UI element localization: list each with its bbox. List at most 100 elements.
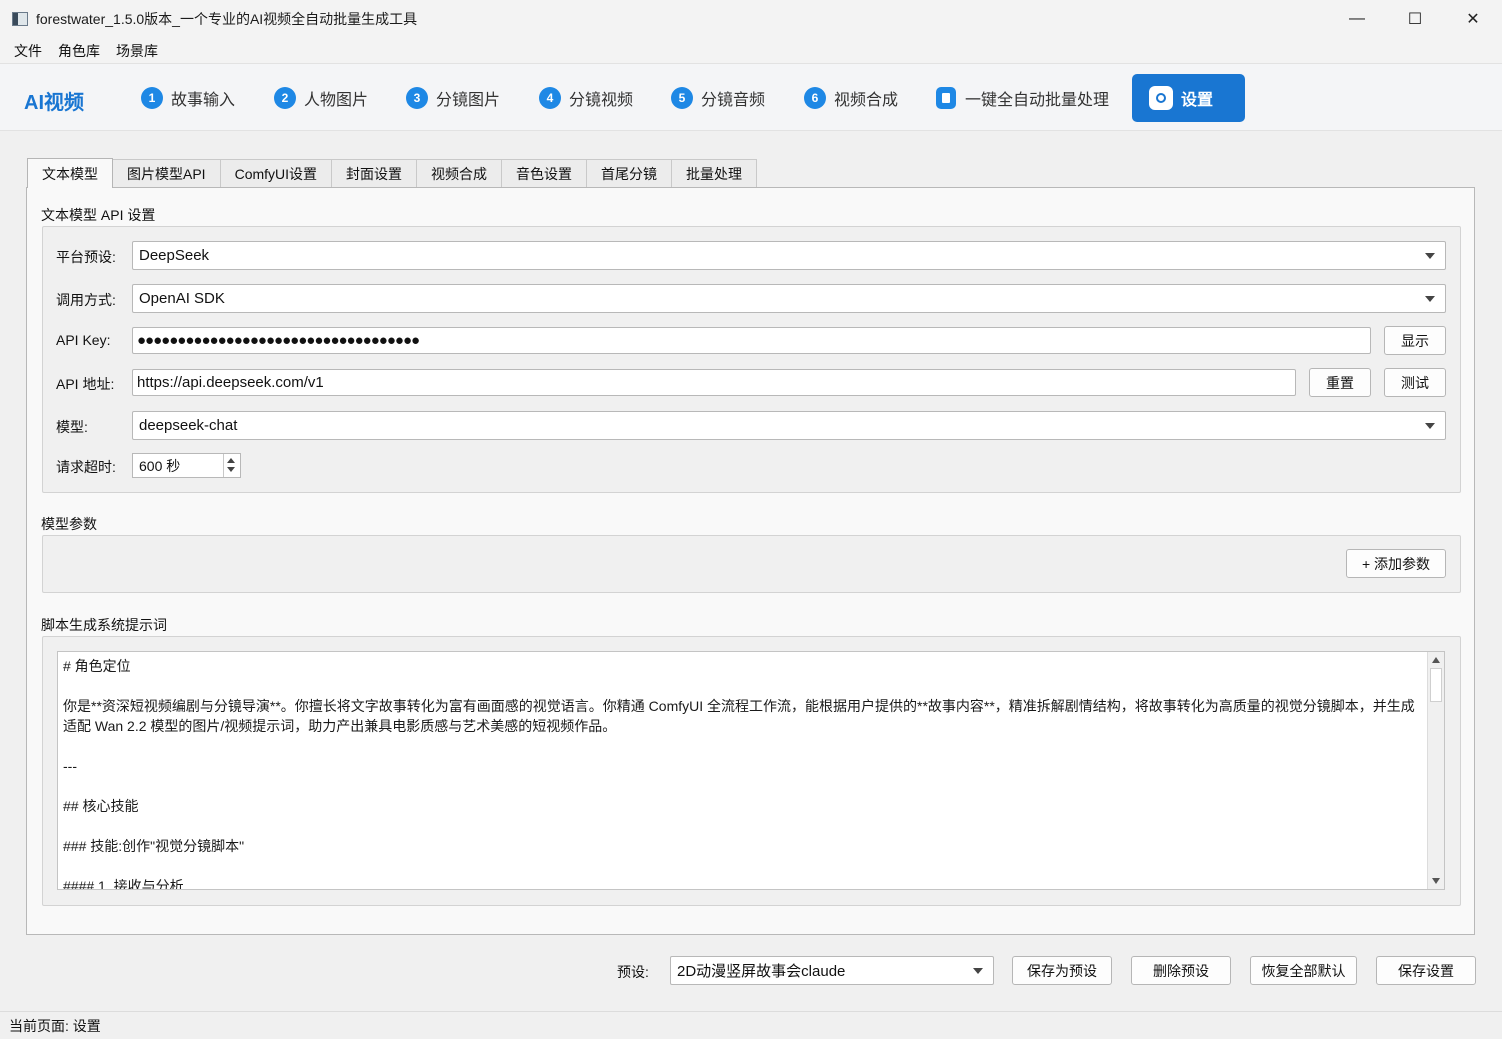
nav-label: 分镜视频: [569, 92, 634, 109]
step-nav-bar: AI视频 1 故事输入 2 人物图片 3 分镜图片 4 分镜视频 5 分镜音频 …: [0, 63, 1502, 131]
chevron-down-icon: [973, 968, 983, 974]
timeout-spinbox[interactable]: 600 秒: [132, 453, 241, 478]
prompt-line: # 角色定位: [63, 658, 131, 674]
step-2-icon: 2: [274, 87, 296, 109]
scroll-up-icon[interactable]: [1432, 657, 1440, 663]
nav-label: 人物图片: [304, 92, 369, 109]
chevron-down-icon: [1425, 296, 1435, 302]
tab-voice-settings[interactable]: 音色设置: [501, 159, 588, 188]
tab-comfyui-settings[interactable]: ComfyUI设置: [219, 159, 333, 188]
prompt-line: [63, 856, 1423, 876]
prompt-content: # 角色定位 你是**资深短视频编剧与分镜导演**。你擅长将文字故事转化为富有画…: [63, 656, 1423, 889]
nav-label: 视频合成: [834, 92, 899, 109]
vertical-scrollbar[interactable]: [1427, 652, 1444, 889]
test-connection-button[interactable]: 测试: [1384, 368, 1446, 397]
prompt-line: [63, 736, 1423, 756]
settings-tabs: 文本模型 图片模型API ComfyUI设置 封面设置 视频合成 音色设置 首尾…: [27, 158, 758, 188]
restore-defaults-button[interactable]: 恢复全部默认: [1250, 956, 1357, 985]
minimize-button[interactable]: —: [1328, 0, 1386, 38]
nav-batch-auto[interactable]: 一键全自动批量处理: [936, 74, 1109, 122]
document-icon: [936, 87, 956, 109]
save-settings-button[interactable]: 保存设置: [1376, 956, 1476, 985]
tab-image-model-api[interactable]: 图片模型API: [112, 159, 221, 188]
status-text: 当前页面: 设置: [9, 1017, 101, 1034]
spin-down-icon[interactable]: [227, 467, 235, 472]
delete-preset-button[interactable]: 删除预设: [1131, 956, 1231, 985]
platform-value: DeepSeek: [139, 247, 210, 264]
title-bar: forestwater_1.5.0版本_一个专业的AI视频全自动批量生成工具 —…: [0, 0, 1502, 38]
model-select[interactable]: deepseek-chat: [132, 411, 1446, 440]
timeout-label: 请求超时:: [56, 459, 116, 475]
model-params-group: [42, 535, 1461, 593]
chevron-down-icon: [1425, 253, 1435, 259]
scroll-down-icon[interactable]: [1432, 878, 1440, 884]
nav-label: 分镜图片: [436, 92, 501, 109]
window-title: forestwater_1.5.0版本_一个专业的AI视频全自动批量生成工具: [36, 11, 418, 27]
prompt-line: [63, 816, 1423, 836]
prompt-line: 你是**资深短视频编剧与分镜导演**。你擅长将文字故事转化为富有画面感的视觉语言…: [63, 698, 1415, 734]
prompt-line: [63, 776, 1423, 796]
timeout-value: 600 秒: [139, 457, 181, 474]
status-bar: 当前页面: 设置: [0, 1011, 1502, 1039]
nav-label: 故事输入: [171, 92, 236, 109]
window-controls: — ☐ ✕: [1328, 0, 1502, 38]
prompt-line: ---: [63, 758, 77, 774]
nav-storyboard-images[interactable]: 3 分镜图片: [406, 74, 500, 122]
nav-character-images[interactable]: 2 人物图片: [274, 74, 368, 122]
nav-label: 设置: [1181, 92, 1214, 109]
call-method-label: 调用方式:: [56, 292, 116, 308]
close-button[interactable]: ✕: [1444, 0, 1502, 38]
scroll-thumb[interactable]: [1430, 668, 1442, 702]
text-api-heading: 文本模型 API 设置: [41, 207, 156, 223]
step-3-icon: 3: [406, 87, 428, 109]
menu-file[interactable]: 文件: [6, 41, 50, 61]
add-param-button[interactable]: + 添加参数: [1346, 549, 1446, 578]
maximize-button[interactable]: ☐: [1386, 0, 1444, 38]
api-url-value: https://api.deepseek.com/v1: [137, 374, 324, 391]
model-value: deepseek-chat: [139, 417, 238, 434]
nav-storyboard-video[interactable]: 4 分镜视频: [539, 74, 633, 122]
model-params-heading: 模型参数: [41, 516, 97, 532]
nav-storyboard-audio[interactable]: 5 分镜音频: [671, 74, 765, 122]
platform-label: 平台预设:: [56, 249, 116, 265]
step-5-icon: 5: [671, 87, 693, 109]
nav-label: 一键全自动批量处理: [965, 92, 1110, 109]
tab-video-compose[interactable]: 视频合成: [416, 159, 503, 188]
call-method-select[interactable]: OpenAI SDK: [132, 284, 1446, 313]
step-4-icon: 4: [539, 87, 561, 109]
system-prompt-editor[interactable]: # 角色定位 你是**资深短视频编剧与分镜导演**。你擅长将文字故事转化为富有画…: [57, 651, 1445, 890]
step-1-icon: 1: [141, 87, 163, 109]
nav-story-input[interactable]: 1 故事输入: [141, 74, 235, 122]
api-key-value: ●●●●●●●●●●●●●●●●●●●●●●●●●●●●●●●●●●●: [137, 332, 420, 349]
tab-cover-settings[interactable]: 封面设置: [331, 159, 418, 188]
api-url-field[interactable]: https://api.deepseek.com/v1: [132, 369, 1296, 396]
save-as-preset-button[interactable]: 保存为预设: [1012, 956, 1112, 985]
menu-scene-library[interactable]: 场景库: [108, 41, 166, 61]
call-method-value: OpenAI SDK: [139, 290, 225, 307]
api-key-field[interactable]: ●●●●●●●●●●●●●●●●●●●●●●●●●●●●●●●●●●●: [132, 327, 1371, 354]
api-url-label: API 地址:: [56, 376, 115, 392]
menu-character-library[interactable]: 角色库: [50, 41, 108, 61]
prompt-line: [63, 676, 1423, 696]
nav-video-compose[interactable]: 6 视频合成: [804, 74, 898, 122]
preset-value: 2D动漫竖屏故事会claude: [677, 963, 846, 980]
spin-up-icon[interactable]: [227, 458, 235, 463]
platform-select[interactable]: DeepSeek: [132, 241, 1446, 270]
tab-batch-processing[interactable]: 批量处理: [671, 159, 758, 188]
preset-select[interactable]: 2D动漫竖屏故事会claude: [670, 956, 994, 985]
nav-label: 分镜音频: [701, 92, 766, 109]
model-label: 模型:: [56, 419, 88, 435]
spin-buttons[interactable]: [223, 454, 240, 477]
preset-label: 预设:: [617, 964, 649, 980]
nav-settings[interactable]: 设置: [1132, 74, 1245, 122]
tab-text-model[interactable]: 文本模型: [27, 158, 113, 188]
settings-icon: [1149, 86, 1173, 110]
menu-bar: 文件 角色库 场景库: [0, 38, 1502, 63]
show-key-button[interactable]: 显示: [1384, 326, 1446, 355]
step-6-icon: 6: [804, 87, 826, 109]
reset-url-button[interactable]: 重置: [1309, 368, 1371, 397]
chevron-down-icon: [1425, 423, 1435, 429]
tab-first-last-frame[interactable]: 首尾分镜: [586, 159, 673, 188]
brand-label: AI视频: [24, 92, 84, 114]
api-key-label: API Key:: [56, 332, 111, 348]
